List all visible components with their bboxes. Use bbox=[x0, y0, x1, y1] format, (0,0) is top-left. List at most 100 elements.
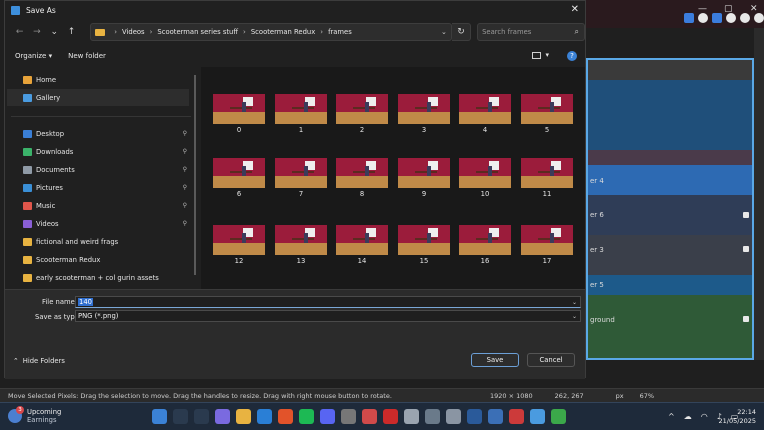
file-name[interactable]: 15 bbox=[398, 257, 450, 265]
sidebar-item[interactable]: fictional and weird frags bbox=[7, 233, 189, 250]
app-icon[interactable] bbox=[341, 409, 356, 424]
layer-visibility-checkbox[interactable] bbox=[743, 212, 749, 218]
close-icon[interactable]: ✕ bbox=[571, 4, 579, 15]
chevron-down-icon[interactable]: ⌄ bbox=[46, 27, 63, 37]
file-thumbnail[interactable] bbox=[213, 225, 265, 255]
file-name[interactable]: 16 bbox=[459, 257, 511, 265]
file-name[interactable]: 6 bbox=[213, 190, 265, 198]
layer-visibility-checkbox[interactable] bbox=[743, 316, 749, 322]
file-thumbnail[interactable] bbox=[459, 225, 511, 255]
file-thumbnail[interactable] bbox=[521, 158, 573, 188]
sidebar-item[interactable]: Downloads ⚲ bbox=[7, 143, 189, 160]
search-icon[interactable] bbox=[173, 409, 188, 424]
breadcrumb-item[interactable]: Videos bbox=[122, 28, 145, 36]
minecraft-icon[interactable] bbox=[551, 409, 566, 424]
file-thumbnail[interactable] bbox=[398, 94, 450, 124]
clock[interactable]: 22:14 21/05/2025 bbox=[719, 408, 756, 426]
up-icon[interactable]: ↑ bbox=[63, 27, 80, 37]
save-type-select[interactable]: PNG (*.png) ⌄ bbox=[75, 310, 581, 322]
file-thumbnail[interactable] bbox=[521, 225, 573, 255]
app-icon[interactable] bbox=[362, 409, 377, 424]
mail-icon[interactable] bbox=[257, 409, 272, 424]
widgets-button[interactable]: 3 Upcoming Earnings bbox=[8, 406, 61, 424]
tool-icon[interactable] bbox=[712, 13, 722, 23]
layer-name[interactable]: er 5 bbox=[590, 281, 604, 289]
layers-scrollbar[interactable] bbox=[754, 28, 764, 360]
file-thumbnail[interactable] bbox=[275, 158, 327, 188]
copilot-icon[interactable] bbox=[215, 409, 230, 424]
unit-select[interactable]: px bbox=[616, 392, 624, 400]
calculator-icon[interactable] bbox=[425, 409, 440, 424]
app-icon[interactable] bbox=[530, 409, 545, 424]
wifi-icon[interactable]: ◠ bbox=[701, 412, 708, 421]
layer-visibility-checkbox[interactable] bbox=[743, 246, 749, 252]
forward-icon[interactable]: → bbox=[28, 27, 45, 37]
organize-button[interactable]: Organize ▾ bbox=[15, 52, 52, 60]
sidebar-item[interactable]: Documents ⚲ bbox=[7, 161, 189, 178]
file-thumbnail[interactable] bbox=[213, 94, 265, 124]
file-thumbnail[interactable] bbox=[521, 94, 573, 124]
app-icon[interactable] bbox=[509, 409, 524, 424]
tool-icon[interactable] bbox=[740, 13, 750, 23]
app-icon[interactable] bbox=[467, 409, 482, 424]
sidebar-item[interactable]: Scooterman Redux bbox=[7, 251, 189, 268]
hide-folders-button[interactable]: ⌃ Hide Folders bbox=[13, 357, 65, 365]
address-bar[interactable]: › Videos › Scooterman series stuff › Sco… bbox=[90, 23, 452, 41]
sidebar-item[interactable]: Desktop ⚲ bbox=[7, 125, 189, 142]
file-thumbnail[interactable] bbox=[336, 94, 388, 124]
file-name[interactable]: 4 bbox=[459, 126, 511, 134]
sidebar-item[interactable]: Gallery bbox=[7, 89, 189, 106]
cancel-button[interactable]: Cancel bbox=[527, 353, 575, 367]
file-thumbnail[interactable] bbox=[213, 158, 265, 188]
discord-icon[interactable] bbox=[320, 409, 335, 424]
app-icon[interactable] bbox=[488, 409, 503, 424]
file-name[interactable]: 7 bbox=[275, 190, 327, 198]
brave-icon[interactable] bbox=[278, 409, 293, 424]
file-name[interactable]: 13 bbox=[275, 257, 327, 265]
file-thumbnail[interactable] bbox=[336, 225, 388, 255]
settings-icon[interactable] bbox=[446, 409, 461, 424]
sidebar-item[interactable]: early scooterman + col gurin assets bbox=[7, 269, 189, 286]
refresh-button[interactable]: ↻ bbox=[451, 23, 472, 41]
save-button[interactable]: Save bbox=[471, 353, 519, 367]
tool-icon[interactable] bbox=[698, 13, 708, 23]
file-thumbnail[interactable] bbox=[275, 94, 327, 124]
file-name[interactable]: 5 bbox=[521, 126, 573, 134]
file-name[interactable]: 9 bbox=[398, 190, 450, 198]
new-folder-button[interactable]: New folder bbox=[68, 52, 106, 60]
sidebar-item[interactable]: Home bbox=[7, 71, 189, 88]
breadcrumb-item[interactable]: Scooterman Redux bbox=[251, 28, 315, 36]
app-icon[interactable] bbox=[404, 409, 419, 424]
zoom-level[interactable]: 67% bbox=[640, 392, 654, 400]
file-name[interactable]: 12 bbox=[213, 257, 265, 265]
layer-name[interactable]: er 3 bbox=[590, 246, 604, 254]
start-icon[interactable] bbox=[152, 409, 167, 424]
file-name[interactable]: 14 bbox=[336, 257, 388, 265]
tool-icon[interactable] bbox=[684, 13, 694, 23]
chevron-down-icon[interactable]: ⌄ bbox=[441, 28, 447, 36]
file-name[interactable]: 3 bbox=[398, 126, 450, 134]
back-icon[interactable]: ← bbox=[11, 27, 28, 37]
file-thumbnail[interactable] bbox=[398, 225, 450, 255]
file-name[interactable]: 2 bbox=[336, 126, 388, 134]
sidebar-item[interactable]: Pictures ⚲ bbox=[7, 179, 189, 196]
layer-name[interactable]: er 4 bbox=[590, 177, 604, 185]
file-name[interactable]: 0 bbox=[213, 126, 265, 134]
settings-icon[interactable] bbox=[754, 13, 764, 23]
task-view-icon[interactable] bbox=[194, 409, 209, 424]
chevron-up-icon[interactable]: ^ bbox=[668, 412, 675, 421]
sidebar-item[interactable]: Videos ⚲ bbox=[7, 215, 189, 232]
app-icon[interactable] bbox=[383, 409, 398, 424]
file-name[interactable]: 17 bbox=[521, 257, 573, 265]
file-name[interactable]: 10 bbox=[459, 190, 511, 198]
view-options-button[interactable]: ▾ bbox=[532, 51, 549, 59]
tool-icon[interactable] bbox=[726, 13, 736, 23]
file-thumbnail[interactable] bbox=[336, 158, 388, 188]
breadcrumb-item[interactable]: Scooterman series stuff bbox=[157, 28, 238, 36]
layer-name[interactable]: ground bbox=[590, 316, 615, 324]
help-icon[interactable]: ? bbox=[567, 51, 577, 61]
cloud-icon[interactable]: ☁ bbox=[684, 412, 692, 421]
file-name-input[interactable]: 140 ⌄ bbox=[75, 296, 581, 308]
layer-name[interactable]: er 6 bbox=[590, 211, 604, 219]
file-thumbnail[interactable] bbox=[459, 158, 511, 188]
